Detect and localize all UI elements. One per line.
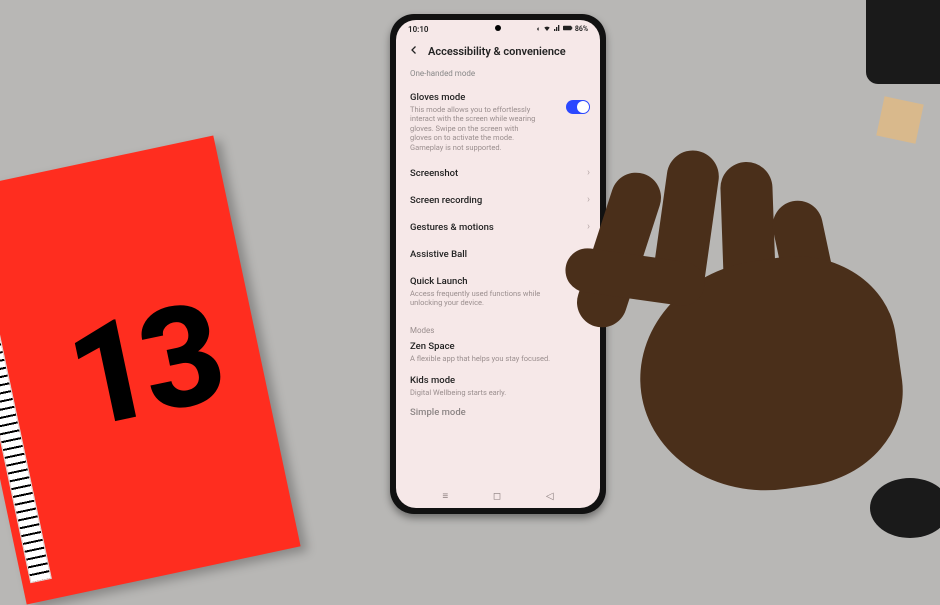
page-header: Accessibility & convenience xyxy=(396,34,600,67)
list-item-one-handed[interactable]: One-handed mode xyxy=(396,67,600,84)
wifi-icon xyxy=(543,24,551,34)
box-model-number: 13 xyxy=(54,272,230,463)
gloves-title: Gloves mode xyxy=(410,92,586,103)
page-title: Accessibility & convenience xyxy=(428,45,566,58)
nav-recents-icon[interactable]: ≡ xyxy=(442,491,448,502)
battery-percent: 86% xyxy=(575,25,588,33)
gloves-desc: This mode allows you to effortlessly int… xyxy=(410,105,540,152)
signal-icon xyxy=(553,24,561,34)
nav-home-icon[interactable]: ◻ xyxy=(493,491,501,502)
battery-icon xyxy=(563,24,573,34)
back-icon[interactable] xyxy=(408,44,420,59)
barcode xyxy=(0,227,52,584)
background-object xyxy=(866,0,940,84)
nav-back-icon[interactable]: ◁ xyxy=(546,491,554,502)
hand xyxy=(560,140,920,520)
product-box: 13 xyxy=(0,135,301,604)
gloves-mode-toggle[interactable] xyxy=(566,100,590,114)
camera-punch-hole xyxy=(495,25,501,31)
zen-desc: A flexible app that helps you stay focus… xyxy=(410,354,580,363)
one-handed-label: One-handed mode xyxy=(410,69,475,78)
background-object xyxy=(876,96,923,143)
status-icons: ◐ 86% xyxy=(537,24,588,34)
status-time: 10:10 xyxy=(408,25,428,34)
dnd-icon: ◐ xyxy=(537,25,541,33)
quick-desc: Access frequently used functions while u… xyxy=(410,289,560,308)
kids-desc: Digital Wellbeing starts early. xyxy=(410,388,580,397)
